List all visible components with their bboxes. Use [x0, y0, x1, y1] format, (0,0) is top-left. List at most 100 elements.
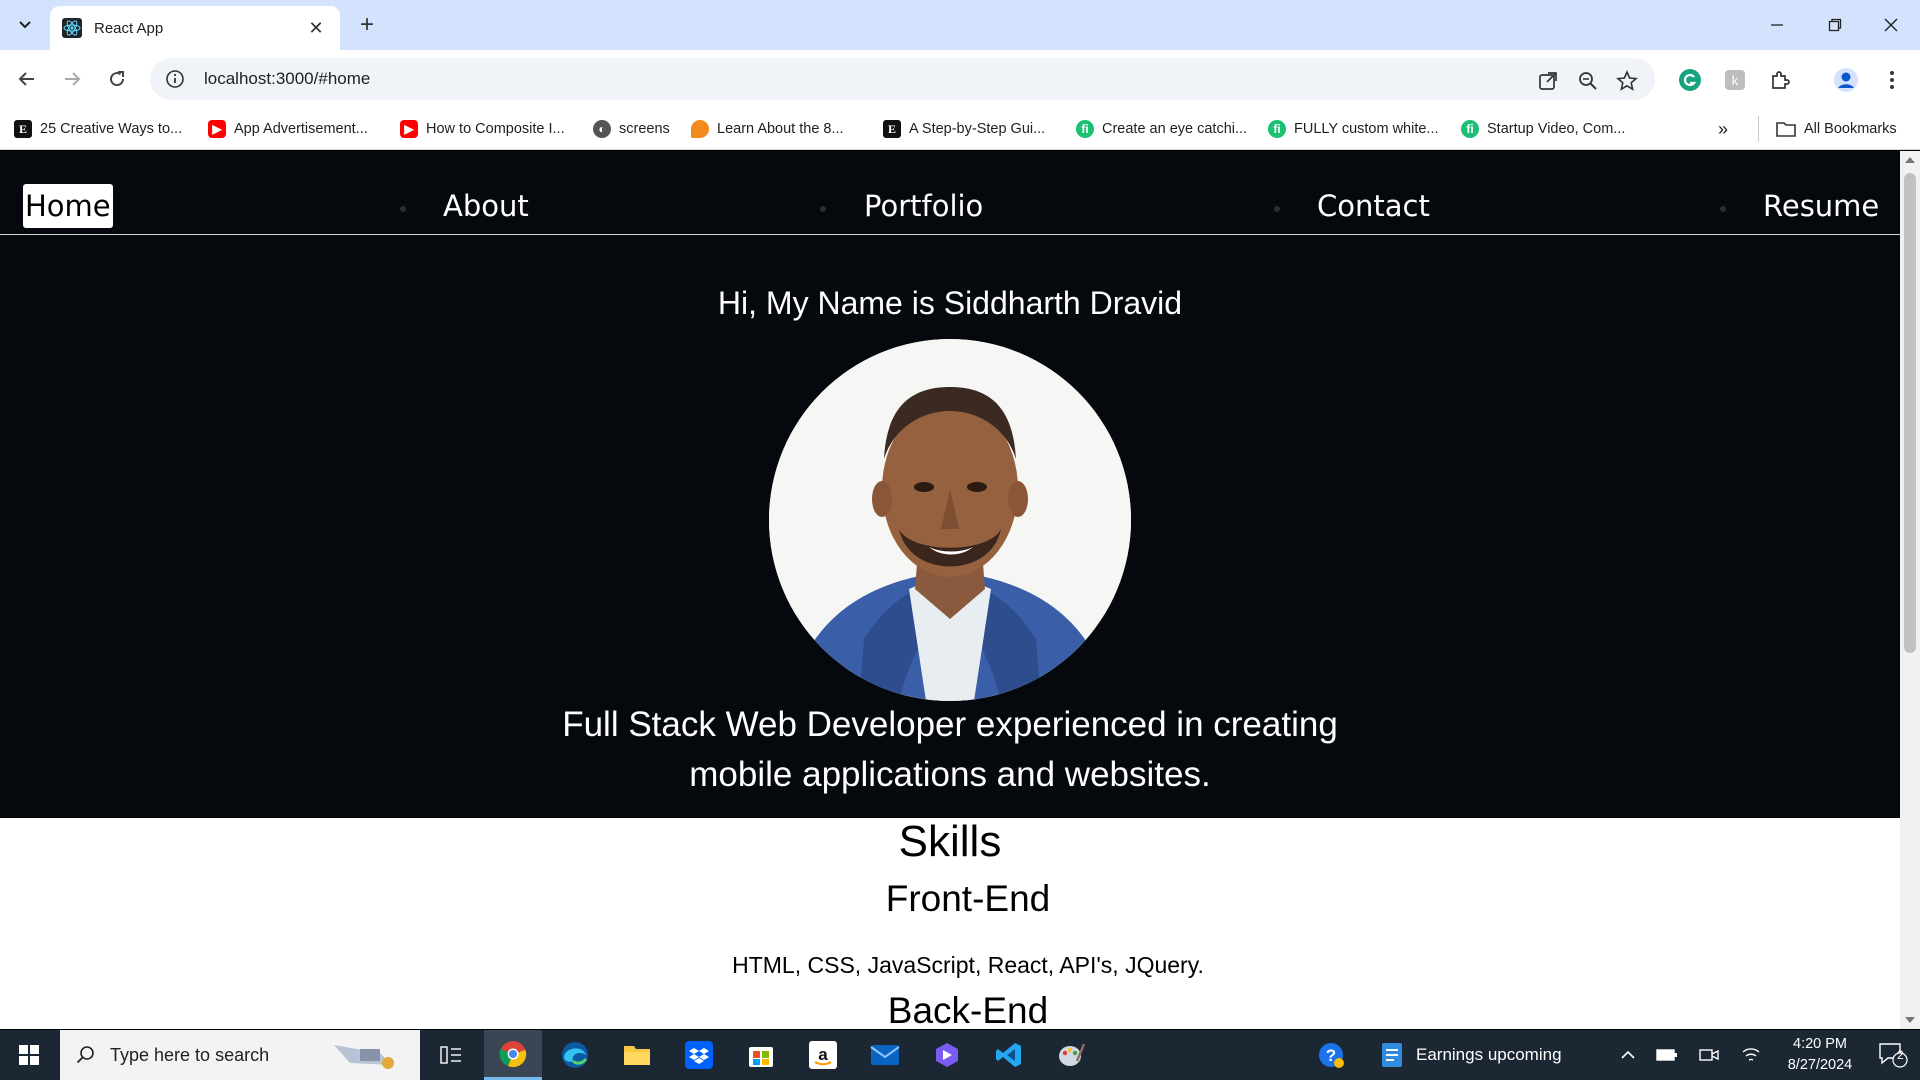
bookmark-item[interactable]: Learn About the 8... [691, 117, 844, 141]
news-widget[interactable]: Earnings upcoming [1380, 1030, 1590, 1080]
taskbar-store[interactable] [732, 1030, 790, 1080]
bookmark-item[interactable]: E 25 Creative Ways to... [14, 117, 182, 141]
open-in-app-icon[interactable] [1536, 69, 1560, 93]
bookmark-item[interactable]: ▶ App Advertisement... [208, 117, 368, 141]
extension-k-icon[interactable]: k [1721, 66, 1749, 94]
close-tab-icon[interactable]: ✕ [304, 18, 328, 39]
news-icon [1382, 1043, 1402, 1067]
edge-icon [562, 1042, 588, 1068]
extensions-puzzle-icon[interactable] [1766, 66, 1794, 94]
taskbar-vscode[interactable] [980, 1030, 1038, 1080]
restore-button[interactable] [1806, 0, 1864, 50]
all-bookmarks-button[interactable]: All Bookmarks [1776, 117, 1897, 141]
react-icon [62, 18, 82, 38]
start-button[interactable] [0, 1030, 58, 1080]
bookmark-star-icon[interactable] [1615, 69, 1639, 93]
backend-heading: Back-End [887, 990, 1049, 1031]
taskbar-file-explorer[interactable] [608, 1030, 666, 1080]
system-clock[interactable]: 4:20 PM 8/27/2024 [1765, 1034, 1875, 1076]
bookmark-item[interactable]: fi Create an eye catchi... [1076, 117, 1247, 141]
profile-avatar-icon[interactable] [1832, 66, 1860, 94]
grammarly-icon[interactable] [1676, 66, 1704, 94]
nav-separator-dot [1720, 206, 1726, 212]
taskbar-amazon[interactable]: a [794, 1030, 852, 1080]
new-tab-button[interactable]: + [352, 10, 382, 40]
nav-home[interactable]: Home [23, 184, 113, 228]
arrow-left-icon [18, 72, 34, 86]
browser-toolbar: localhost:3000/#home k [0, 50, 1920, 108]
nav-separator-dot [1274, 206, 1280, 212]
skills-heading: Skills [898, 817, 1002, 866]
camera-icon [1699, 1049, 1719, 1061]
nav-about[interactable]: About [443, 184, 529, 228]
reload-button[interactable] [100, 62, 134, 96]
taskbar-mail[interactable] [856, 1030, 914, 1080]
fiverr-icon: fi [1461, 120, 1479, 138]
windows-logo-icon [19, 1045, 39, 1065]
browser-tab[interactable]: React App ✕ [50, 6, 340, 50]
bookmark-label: A Step-by-Step Gui... [909, 121, 1046, 137]
frontend-heading: Front-End [885, 878, 1051, 919]
bookmark-item[interactable]: E A Step-by-Step Gui... [883, 117, 1045, 141]
browser-titlebar: React App ✕ + [0, 0, 1920, 50]
minimize-button[interactable] [1748, 0, 1806, 50]
url-text[interactable]: localhost:3000/#home [204, 69, 370, 89]
more-bookmarks-button[interactable]: » [1718, 117, 1728, 141]
menu-kebab-icon[interactable] [1878, 66, 1906, 94]
nav-portfolio[interactable]: Portfolio [864, 184, 983, 228]
forward-button[interactable] [55, 62, 89, 96]
scroll-down-icon[interactable] [1905, 1017, 1915, 1023]
profile-photo [769, 339, 1131, 701]
dropbox-icon [685, 1041, 713, 1069]
taskbar-chrome[interactable] [484, 1030, 542, 1080]
bookmark-item[interactable]: fi Startup Video, Com... [1461, 117, 1625, 141]
search-icon [76, 1046, 94, 1064]
globe-icon: ◐ [593, 120, 611, 138]
bookmarks-divider [1758, 116, 1759, 142]
paint-icon [1059, 1043, 1085, 1066]
meet-button[interactable] [1687, 1030, 1731, 1080]
vscode-icon [996, 1043, 1021, 1067]
taskbar-search[interactable]: Type here to search [60, 1030, 420, 1080]
battery-icon [1656, 1049, 1677, 1061]
battery-button[interactable] [1645, 1030, 1689, 1080]
chrome-icon [499, 1040, 527, 1067]
bookmark-label: FULLY custom white... [1294, 121, 1439, 137]
hero-greeting: Hi, My Name is Siddharth Dravid [717, 285, 1183, 321]
taskbar-paint[interactable] [1042, 1030, 1100, 1080]
news-text: Earnings upcoming [1416, 1045, 1562, 1064]
store-icon [749, 1047, 773, 1067]
close-window-button[interactable] [1862, 0, 1920, 50]
taskbar-edge[interactable] [546, 1030, 604, 1080]
orange-blob-icon [691, 120, 709, 138]
taskbar-dropbox[interactable] [670, 1030, 728, 1080]
notifications-button[interactable]: 2 [1866, 1030, 1920, 1080]
page-scrollbar[interactable] [1900, 151, 1920, 1029]
nav-resume[interactable]: Resume [1763, 184, 1879, 228]
fiverr-icon: fi [1076, 120, 1094, 138]
bookmark-label: screens [619, 121, 670, 137]
scroll-up-icon[interactable] [1905, 157, 1915, 163]
scrollbar-thumb[interactable] [1904, 173, 1916, 653]
taskbar-copilot[interactable] [918, 1030, 976, 1080]
nav-contact[interactable]: Contact [1317, 184, 1430, 228]
zoom-icon[interactable] [1576, 69, 1600, 93]
notification-count: 2 [1897, 1048, 1904, 1062]
chevron-down-icon [19, 21, 31, 29]
bookmark-item[interactable]: fi FULLY custom white... [1268, 117, 1439, 141]
address-bar[interactable]: localhost:3000/#home [150, 58, 1655, 100]
bookmark-label: How to Composite I... [426, 121, 565, 137]
tab-title: React App [94, 19, 164, 37]
folder-icon [624, 1046, 650, 1065]
bookmark-item[interactable]: ◐ screens [593, 117, 670, 141]
help-button[interactable]: ? [1302, 1030, 1360, 1080]
task-view-button[interactable] [422, 1030, 480, 1080]
bookmarks-bar: E 25 Creative Ways to... ▶ App Advertise… [0, 108, 1920, 150]
nav-separator-dot [400, 206, 406, 212]
info-icon[interactable] [164, 68, 186, 90]
back-button[interactable] [10, 62, 44, 96]
tab-search-button[interactable] [8, 8, 42, 42]
bookmark-item[interactable]: ▶ How to Composite I... [400, 117, 565, 141]
tagline-line-2: mobile applications and websites. [689, 755, 1211, 794]
search-placeholder: Type here to search [110, 1044, 270, 1065]
